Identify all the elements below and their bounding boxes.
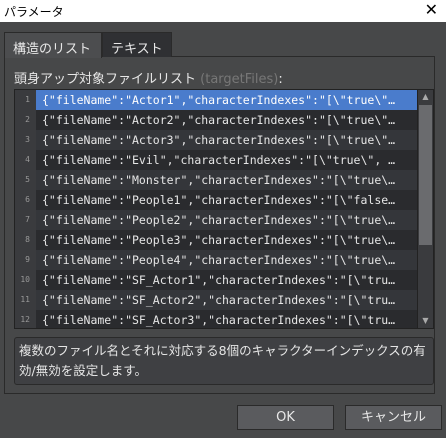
scrollbar[interactable]: ▲ ▼ <box>417 90 433 328</box>
file-list[interactable]: 1 {"fileName":"Actor1","characterIndexes"… <box>14 89 434 329</box>
cancel-button[interactable]: キャンセル <box>345 405 442 430</box>
line-number: 7 <box>15 210 36 230</box>
window-title: パラメータ <box>4 5 64 19</box>
row-text: {"fileName":"SF_Actor2","characterIndexe… <box>36 290 433 310</box>
line-number: 3 <box>15 130 36 150</box>
row-text: {"fileName":"People4","characterIndexes"… <box>36 250 433 270</box>
line-number: 11 <box>15 290 36 310</box>
field-label-text: 頭身アップ対象ファイルリスト <box>14 72 197 87</box>
line-number: 2 <box>15 110 36 130</box>
list-row[interactable]: 6 {"fileName":"People1","characterIndexes… <box>15 190 433 210</box>
line-number: 12 <box>15 310 36 328</box>
list-row[interactable]: 2 {"fileName":"Actor2","characterIndexes"… <box>15 110 433 130</box>
line-number: 10 <box>15 270 36 290</box>
row-text: {"fileName":"Evil","characterIndexes":"[… <box>36 150 433 170</box>
scroll-up-icon[interactable]: ▲ <box>418 90 433 104</box>
list-row[interactable]: 4 {"fileName":"Evil","characterIndexes":"… <box>15 150 433 170</box>
field-colon: : <box>278 72 283 87</box>
tab-text[interactable]: テキスト <box>102 32 172 57</box>
title-bar: パラメータ ✕ <box>0 0 446 22</box>
list-row[interactable]: 12 {"fileName":"SF_Actor3","characterInde… <box>15 310 433 328</box>
line-number: 5 <box>15 170 36 190</box>
list-row[interactable]: 9 {"fileName":"People4","characterIndexes… <box>15 250 433 270</box>
row-text: {"fileName":"Actor3","characterIndexes":… <box>36 130 433 150</box>
line-number: 8 <box>15 230 36 250</box>
line-number: 9 <box>15 250 36 270</box>
row-text: {"fileName":"SF_Actor1","characterIndexe… <box>36 270 433 290</box>
list-row[interactable]: 7 {"fileName":"People2","characterIndexes… <box>15 210 433 230</box>
row-text: {"fileName":"Actor2","characterIndexes":… <box>36 110 433 130</box>
row-text: {"fileName":"People1","characterIndexes"… <box>36 190 433 210</box>
list-row[interactable]: 3 {"fileName":"Actor3","characterIndexes"… <box>15 130 433 150</box>
row-text: {"fileName":"People3","characterIndexes"… <box>36 230 433 250</box>
field-key: (targetFiles) <box>200 72 279 87</box>
scroll-thumb[interactable] <box>419 105 432 245</box>
line-number: 4 <box>15 150 36 170</box>
list-row[interactable]: 8 {"fileName":"People3","characterIndexes… <box>15 230 433 250</box>
description: 複数のファイル名とそれに対応する8個のキャラクターインデックスの有効/無効を設定… <box>14 337 434 385</box>
list-row[interactable]: 1 {"fileName":"Actor1","characterIndexes"… <box>15 90 433 110</box>
list-row[interactable]: 10 {"fileName":"SF_Actor1","characterInde… <box>15 270 433 290</box>
close-icon[interactable]: ✕ <box>425 0 438 19</box>
scroll-down-icon[interactable]: ▼ <box>418 314 433 328</box>
list-row[interactable]: 11 {"fileName":"SF_Actor2","characterInde… <box>15 290 433 310</box>
list-row[interactable]: 5 {"fileName":"Monster","characterIndexes… <box>15 170 433 190</box>
row-text: {"fileName":"Actor1","characterIndexes":… <box>36 90 433 110</box>
line-number: 1 <box>15 90 36 110</box>
line-number: 6 <box>15 190 36 210</box>
tab-structure-list[interactable]: 構造のリスト <box>4 32 102 58</box>
row-text: {"fileName":"People2","characterIndexes"… <box>36 210 433 230</box>
ok-button[interactable]: OK <box>237 405 334 430</box>
row-text: {"fileName":"SF_Actor3","characterIndexe… <box>36 310 433 328</box>
row-text: {"fileName":"Monster","characterIndexes"… <box>36 170 433 190</box>
field-label: 頭身アップ対象ファイルリスト (targetFiles): <box>14 68 283 87</box>
